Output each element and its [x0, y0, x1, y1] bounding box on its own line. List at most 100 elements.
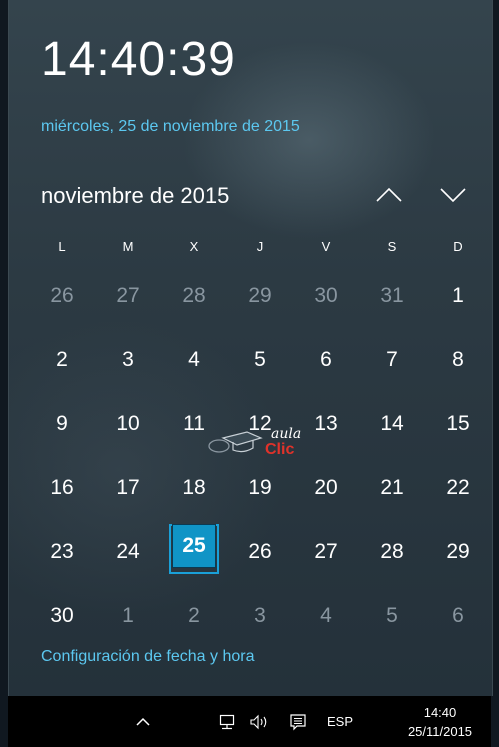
- taskbar-clock[interactable]: 14:40 25/11/2015: [393, 696, 487, 747]
- calendar-day[interactable]: 27: [95, 264, 161, 328]
- day-number: 23: [50, 540, 74, 563]
- current-time: 14:40:39: [41, 33, 236, 86]
- day-number: 31: [380, 284, 404, 307]
- calendar-day[interactable]: 30: [293, 264, 359, 328]
- taskbar-time: 14:40: [423, 704, 457, 720]
- calendar-day[interactable]: 24: [95, 520, 161, 584]
- day-number: 6: [320, 348, 332, 371]
- day-number: 26: [248, 540, 272, 563]
- day-number: 30: [50, 604, 74, 627]
- day-number: 14: [380, 412, 404, 435]
- taskbar: ESP 14:40 25/11/2015: [8, 696, 491, 747]
- calendar-day[interactable]: 6: [293, 328, 359, 392]
- volume-icon: [250, 714, 267, 729]
- day-number: 26: [50, 284, 74, 307]
- calendar-day[interactable]: 1: [425, 264, 491, 328]
- action-center-button[interactable]: [284, 696, 312, 747]
- network-icon: [219, 714, 235, 729]
- calendar-day[interactable]: 7: [359, 328, 425, 392]
- previous-month-button[interactable]: [369, 178, 409, 212]
- date-time-flyout: 14:40:39 miércoles, 25 de noviembre de 2…: [8, 0, 493, 696]
- calendar-day[interactable]: 9: [29, 392, 95, 456]
- calendar-day-today[interactable]: 25: [161, 520, 227, 584]
- calendar-day[interactable]: 16: [29, 456, 95, 520]
- date-time-settings-link[interactable]: Configuración de fecha y hora: [41, 648, 254, 666]
- day-number: 16: [50, 476, 74, 499]
- day-number: 1: [122, 604, 134, 627]
- day-number: 3: [122, 348, 134, 371]
- day-number: 27: [116, 284, 140, 307]
- day-number: 15: [446, 412, 470, 435]
- calendar-day[interactable]: 30: [29, 584, 95, 648]
- day-number: 29: [248, 284, 272, 307]
- day-number: 7: [386, 348, 398, 371]
- day-number: 28: [182, 284, 206, 307]
- day-number: 2: [188, 604, 200, 627]
- calendar-day[interactable]: 3: [227, 584, 293, 648]
- calendar-day[interactable]: 23: [29, 520, 95, 584]
- day-number: 30: [314, 284, 338, 307]
- calendar-day[interactable]: 10: [95, 392, 161, 456]
- day-number: 28: [380, 540, 404, 563]
- day-number: 6: [452, 604, 464, 627]
- day-number: 19: [248, 476, 272, 499]
- show-hidden-icons-button[interactable]: [126, 696, 160, 747]
- month-title[interactable]: noviembre de 2015: [41, 183, 229, 209]
- calendar-day[interactable]: 2: [161, 584, 227, 648]
- aulaclic-watermark-logo: aula Clic: [203, 420, 303, 470]
- day-number: 13: [314, 412, 338, 435]
- calendar-day[interactable]: 3: [95, 328, 161, 392]
- calendar-day[interactable]: 28: [161, 264, 227, 328]
- volume-button[interactable]: [245, 696, 275, 747]
- svg-text:aula: aula: [271, 426, 301, 442]
- day-number: 11: [183, 412, 205, 435]
- calendar-day[interactable]: 6: [425, 584, 491, 648]
- calendar-day[interactable]: 5: [359, 584, 425, 648]
- day-number: 3: [254, 604, 266, 627]
- day-number: 4: [188, 348, 200, 371]
- calendar-day[interactable]: 4: [161, 328, 227, 392]
- weekday-header: D: [453, 238, 463, 254]
- weekday-header: M: [122, 238, 134, 254]
- weekday-header: V: [321, 238, 331, 254]
- network-button[interactable]: [213, 696, 241, 747]
- notification-icon: [290, 713, 306, 730]
- calendar-day[interactable]: 29: [227, 264, 293, 328]
- day-number: 18: [182, 476, 206, 499]
- calendar-day[interactable]: 29: [425, 520, 491, 584]
- day-number: 24: [116, 540, 140, 563]
- calendar-day[interactable]: 5: [227, 328, 293, 392]
- calendar-day[interactable]: 8: [425, 328, 491, 392]
- calendar-day[interactable]: 27: [293, 520, 359, 584]
- calendar-day[interactable]: 14: [359, 392, 425, 456]
- calendar-day[interactable]: 31: [359, 264, 425, 328]
- day-number: 4: [320, 604, 332, 627]
- day-number: 29: [446, 540, 470, 563]
- day-number: 5: [386, 604, 398, 627]
- calendar-day[interactable]: 22: [425, 456, 491, 520]
- calendar-day[interactable]: 28: [359, 520, 425, 584]
- calendar-day[interactable]: 17: [95, 456, 161, 520]
- day-number: 5: [254, 348, 266, 371]
- day-number: 25: [172, 524, 216, 568]
- day-number: 8: [452, 348, 464, 371]
- day-number: 20: [314, 476, 338, 499]
- calendar-day[interactable]: 2: [29, 328, 95, 392]
- weekday-header: S: [387, 238, 397, 254]
- day-number: 2: [56, 348, 68, 371]
- input-language-button[interactable]: ESP: [322, 696, 358, 747]
- calendar-day[interactable]: 21: [359, 456, 425, 520]
- calendar-day[interactable]: 15: [425, 392, 491, 456]
- weekday-header: L: [58, 238, 66, 254]
- day-number: 9: [56, 412, 68, 435]
- calendar-day[interactable]: 26: [29, 264, 95, 328]
- day-number: 1: [452, 284, 464, 307]
- calendar-day[interactable]: 4: [293, 584, 359, 648]
- weekday-header: X: [189, 238, 199, 254]
- calendar-day[interactable]: 26: [227, 520, 293, 584]
- calendar-day[interactable]: 1: [95, 584, 161, 648]
- next-month-button[interactable]: [433, 178, 473, 212]
- day-number: 10: [116, 412, 140, 435]
- chevron-down-icon: [440, 188, 466, 203]
- day-number: 27: [314, 540, 338, 563]
